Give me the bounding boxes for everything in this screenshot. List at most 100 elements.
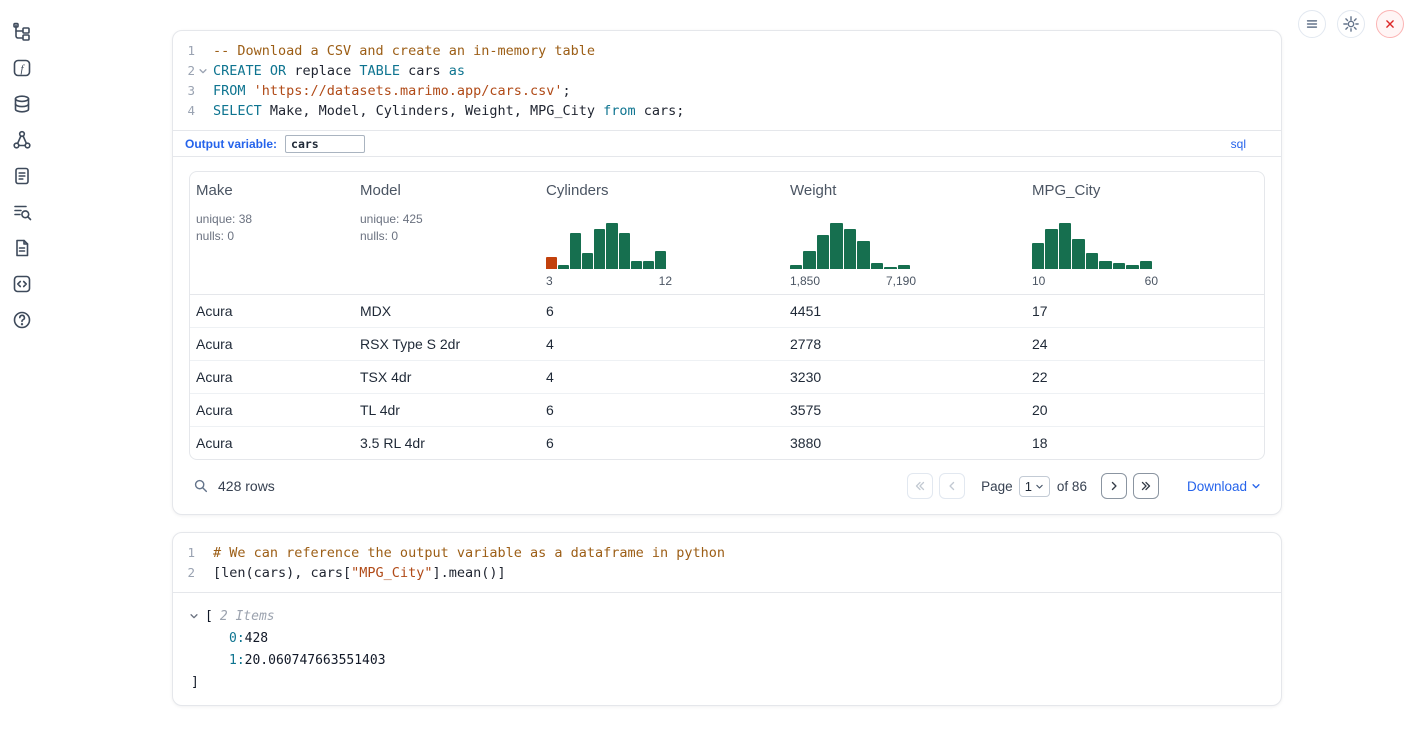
histogram-range: 1060 [1032,274,1158,288]
histogram-bar[interactable] [857,241,869,269]
histogram-bar[interactable] [1113,263,1125,269]
next-page-button[interactable] [1101,473,1127,499]
histogram-bar[interactable] [790,265,802,269]
histogram-bar[interactable] [817,235,829,269]
output-variable-input[interactable]: cars [285,135,365,153]
histogram-bar[interactable] [1126,265,1138,269]
line-number: 1 [183,41,195,61]
table-row[interactable]: AcuraTSX 4dr4323022 [190,361,1264,394]
histogram-bar[interactable] [606,223,617,269]
table-cell: 17 [1026,295,1264,327]
first-page-button[interactable] [907,473,933,499]
column-histogram[interactable]: 312 [546,221,778,288]
page-select-value: 1 [1025,479,1032,494]
code-text: [len(cars), cars["MPG_City"].mean()] [213,563,506,583]
python-code-editor[interactable]: 1# We can reference the output variable … [173,533,1281,592]
fold-chevron-icon[interactable] [195,61,211,81]
histogram-bar[interactable] [570,233,581,269]
histogram-bar[interactable] [594,229,605,269]
histogram-bar[interactable] [871,263,883,269]
histogram-bar[interactable] [546,257,557,269]
code-line[interactable]: 4SELECT Make, Model, Cylinders, Weight, … [183,101,1271,121]
code-line[interactable]: 2[len(cars), cars["MPG_City"].mean()] [183,563,1271,583]
column-histogram[interactable]: 1,8507,190 [790,221,1020,288]
file-tree-icon[interactable] [11,21,33,43]
table-row[interactable]: AcuraRSX Type S 2dr4277824 [190,328,1264,361]
table-cell: Acura [190,361,354,393]
entry-key: 1: [229,653,245,668]
column-header-make[interactable]: Make unique: 38nulls: 0 [190,172,354,294]
histogram-bar[interactable] [558,265,569,269]
page-select[interactable]: 1 [1019,476,1050,497]
column-header-weight[interactable]: Weight 1,8507,190 [784,172,1026,294]
shutdown-icon [1382,16,1398,32]
table-row[interactable]: AcuraTL 4dr6357520 [190,394,1264,427]
histogram-bar[interactable] [1059,223,1071,269]
code-line[interactable]: 1-- Download a CSV and create an in-memo… [183,41,1271,61]
items-count-label: 2 Items [220,609,275,624]
table-search-icon[interactable] [11,201,33,223]
table-footer: 428 rows Page 1 of 86 Download [189,460,1265,508]
documentation-icon[interactable] [11,237,33,259]
table-row[interactable]: Acura3.5 RL 4dr6388018 [190,427,1264,459]
histogram-bar[interactable] [1045,229,1057,269]
entry-value: 20.060747663551403 [245,653,386,668]
list-output-tree: [2 Items0: 4281: 20.060747663551403] [189,605,1265,693]
scratchpad-icon[interactable] [11,165,33,187]
shutdown-button[interactable] [1376,10,1404,38]
column-name: Make [196,182,348,199]
menu-button[interactable] [1298,10,1326,38]
last-page-button[interactable] [1133,473,1159,499]
code-line[interactable]: 3FROM 'https://datasets.marimo.app/cars.… [183,81,1271,101]
row-count: 428 rows [218,478,275,494]
search-icon[interactable] [193,478,209,494]
datasources-icon[interactable] [11,93,33,115]
histogram-bar[interactable] [1099,261,1111,269]
fold-gutter [195,563,211,583]
table-cell: 4 [540,328,784,360]
chevron-down-icon [1035,482,1044,491]
table-cell: 20 [1026,394,1264,426]
histogram-bar[interactable] [631,261,642,269]
dependency-graph-icon[interactable] [11,129,33,151]
code-line[interactable]: 1# We can reference the output variable … [183,543,1271,563]
column-header-mpg_city[interactable]: MPG_City1060 [1026,172,1264,294]
helper-functions-icon[interactable]: f [11,57,33,79]
column-summary: unique: 38nulls: 0 [196,211,348,245]
output-variable-row: Output variable: cars sql [173,130,1281,157]
table-row[interactable]: AcuraMDX6445117 [190,295,1264,328]
topbar [1298,10,1404,38]
help-icon[interactable] [11,309,33,331]
code-line[interactable]: 2CREATE OR replace TABLE cars as [183,61,1271,81]
histogram-bar[interactable] [643,261,654,269]
histogram-bar[interactable] [655,251,666,269]
table-cell: Acura [190,295,354,327]
histogram-bar[interactable] [884,267,896,269]
collapse-chevron-icon[interactable] [189,611,201,621]
column-header-model[interactable]: Modelunique: 425nulls: 0 [354,172,540,294]
column-name: Weight [790,182,1020,199]
table-cell: MDX [354,295,540,327]
download-button[interactable]: Download [1187,479,1261,494]
histogram-bar[interactable] [1140,261,1152,269]
table-cell: Acura [190,328,354,360]
column-histogram[interactable]: 1060 [1032,221,1258,288]
entry-key: 0: [229,631,245,646]
histogram-bar[interactable] [830,223,842,269]
histogram-bar[interactable] [1086,253,1098,269]
sql-code-editor[interactable]: 1-- Download a CSV and create an in-memo… [173,31,1281,130]
snippets-icon[interactable] [11,273,33,295]
prev-page-button[interactable] [939,473,965,499]
histogram-bar[interactable] [619,233,630,269]
histogram-bar[interactable] [1072,239,1084,269]
column-header-cylinders[interactable]: Cylinders312 [540,172,784,294]
sidebar: f [0,0,44,729]
histogram-bar[interactable] [1032,243,1044,269]
histogram-bar[interactable] [844,229,856,269]
table-cell: 22 [1026,361,1264,393]
histogram-bar[interactable] [898,265,910,269]
tree-root-row: [2 Items [189,605,1265,627]
histogram-bar[interactable] [803,251,815,269]
settings-button[interactable] [1337,10,1365,38]
histogram-bar[interactable] [582,253,593,269]
